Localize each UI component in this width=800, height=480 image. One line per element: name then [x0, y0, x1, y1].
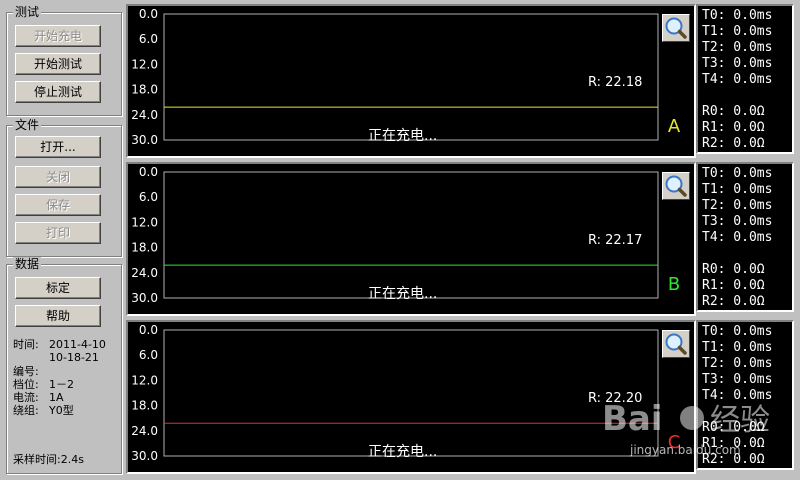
y-tick-label-a: 18.0: [131, 83, 158, 97]
timing-panel-b: T0: 0.0ms T1: 0.0ms T2: 0.0ms T3: 0.0ms T4: …: [696, 162, 794, 312]
timing-r1: R1: 0.0Ω: [702, 278, 765, 293]
timing-panel-a: T0: 0.0ms T1: 0.0ms T2: 0.0ms T3: 0.0ms T4: …: [696, 4, 794, 154]
help-button[interactable]: 帮助: [15, 305, 101, 327]
y-tick-label-c: 24.0: [131, 424, 158, 438]
timing-t4: T4: 0.0ms: [702, 72, 773, 87]
info-tap-value: 1－2: [49, 378, 74, 391]
start-charge-button[interactable]: 开始充电: [15, 25, 101, 47]
y-tick-label-c: 18.0: [131, 399, 158, 413]
y-tick-label-a: 24.0: [131, 108, 158, 122]
calibrate-button[interactable]: 标定: [15, 277, 101, 299]
start-test-button[interactable]: 开始测试: [15, 53, 101, 75]
info-winding-value: Y0型: [49, 404, 74, 417]
data-group-title: 数据: [13, 257, 42, 271]
y-tick-label-a: 6.0: [139, 32, 158, 46]
r-value-b: R: 22.17: [588, 233, 642, 248]
file-group: 文件 打开... 关闭 保存 打印: [6, 118, 122, 257]
data-group: 数据 标定 帮助 时间: 2011-4-10 10-18-21 编号: 档位: 1－…: [6, 257, 122, 474]
timing-t4: T4: 0.0ms: [702, 388, 773, 403]
sample-time: 采样时间:2.4s: [13, 453, 84, 466]
timing-r2: R2: 0.0Ω: [702, 452, 765, 467]
chart-b: 0.0 6.0 12.0 18.0 24.0 30.0 R: 22.17 正在充电... B: [131, 165, 680, 305]
zoom-button-c[interactable]: [662, 330, 690, 358]
y-tick-label-c: 30.0: [131, 449, 158, 463]
plot-frame-c: [163, 329, 659, 457]
timing-gap: [702, 404, 792, 420]
y-tick-label-a: 30.0: [131, 133, 158, 147]
info-time-2: 10-18-21: [13, 352, 99, 364]
info-current: 电流: 1A: [13, 391, 64, 404]
y-tick-label-b: 30.0: [131, 291, 158, 305]
timing-r2: R2: 0.0Ω: [702, 136, 765, 151]
status-text-c: 正在充电...: [368, 444, 437, 460]
chart-panel-a: 0.0 6.0 12.0 18.0 24.0 30.0 R: 22.18 正在充电... A: [126, 4, 696, 158]
timing-t0: T0: 0.0ms: [702, 166, 773, 181]
y-tick-label-c: 6.0: [139, 348, 158, 362]
info-winding: 绕组: Y0型: [13, 404, 74, 417]
timing-t2: T2: 0.0ms: [702, 40, 773, 55]
magnifier-icon: [665, 333, 687, 355]
info-time: 时间: 2011-4-10: [13, 338, 106, 351]
y-tick-label-a: 12.0: [131, 57, 158, 71]
r-value-a: R: 22.18: [588, 75, 642, 90]
timing-r0: R0: 0.0Ω: [702, 420, 765, 435]
channel-label-c: C: [668, 432, 681, 453]
chart-c: 0.0 6.0 12.0 18.0 24.0 30.0 R: 22.20 正在充电... C: [131, 323, 681, 463]
plot-frame-b: [163, 171, 659, 299]
close-button[interactable]: 关闭: [15, 166, 101, 188]
zoom-button-b[interactable]: [662, 172, 690, 200]
magnifier-icon: [665, 17, 687, 39]
chart-panel-b: 0.0 6.0 12.0 18.0 24.0 30.0 R: 22.17 正在充电... B: [126, 162, 696, 316]
open-button[interactable]: 打开...: [15, 136, 101, 158]
timing-t0: T0: 0.0ms: [702, 324, 773, 339]
timing-t2: T2: 0.0ms: [702, 198, 773, 213]
status-text-a: 正在充电...: [368, 128, 437, 144]
timing-panel-c: T0: 0.0ms T1: 0.0ms T2: 0.0ms T3: 0.0ms T4: …: [696, 320, 794, 470]
zoom-button-a[interactable]: [662, 14, 690, 42]
info-tap: 档位: 1－2: [13, 378, 74, 391]
y-tick-label-c: 0.0: [139, 323, 158, 337]
timing-t1: T1: 0.0ms: [702, 340, 773, 355]
stop-test-button[interactable]: 停止测试: [15, 81, 101, 103]
channel-label-b: B: [668, 274, 680, 295]
save-button[interactable]: 保存: [15, 194, 101, 216]
r-value-c: R: 22.20: [588, 391, 642, 406]
print-button[interactable]: 打印: [15, 222, 101, 244]
timing-r1: R1: 0.0Ω: [702, 120, 765, 135]
timing-gap: [702, 88, 792, 104]
timing-t1: T1: 0.0ms: [702, 182, 773, 197]
file-group-title: 文件: [13, 118, 42, 132]
channel-label-a: A: [668, 116, 681, 137]
info-time-value-2: 10-18-21: [49, 351, 99, 364]
status-text-b: 正在充电...: [368, 286, 437, 302]
y-tick-label-b: 24.0: [131, 266, 158, 280]
timing-r0: R0: 0.0Ω: [702, 104, 765, 119]
timing-t1: T1: 0.0ms: [702, 24, 773, 39]
timing-r1: R1: 0.0Ω: [702, 436, 765, 451]
timing-r2: R2: 0.0Ω: [702, 294, 765, 309]
info-current-value: 1A: [49, 391, 64, 404]
chart-a: 0.0 6.0 12.0 18.0 24.0 30.0 R: 22.18 正在充电... A: [131, 7, 681, 147]
chart-panel-c: 0.0 6.0 12.0 18.0 24.0 30.0 R: 22.20 正在充电... C: [126, 320, 696, 474]
y-tick-label-b: 12.0: [131, 215, 158, 229]
timing-t0: T0: 0.0ms: [702, 8, 773, 23]
timing-r0: R0: 0.0Ω: [702, 262, 765, 277]
magnifier-icon: [665, 175, 687, 197]
timing-t3: T3: 0.0ms: [702, 214, 773, 229]
y-tick-label-b: 0.0: [139, 165, 158, 179]
timing-t3: T3: 0.0ms: [702, 56, 773, 71]
info-time-value: 2011-4-10: [49, 338, 106, 351]
y-tick-label-b: 6.0: [139, 190, 158, 204]
y-tick-label-c: 12.0: [131, 373, 158, 387]
timing-t3: T3: 0.0ms: [702, 372, 773, 387]
timing-t2: T2: 0.0ms: [702, 356, 773, 371]
timing-gap: [702, 246, 792, 262]
test-group: 测试 开始充电 开始测试 停止测试: [6, 5, 122, 116]
info-serial: 编号:: [13, 365, 39, 378]
plot-frame-a: [163, 13, 659, 141]
timing-t4: T4: 0.0ms: [702, 230, 773, 245]
y-tick-label-b: 18.0: [131, 241, 158, 255]
y-tick-label-a: 0.0: [139, 7, 158, 21]
test-group-title: 测试: [13, 5, 42, 19]
